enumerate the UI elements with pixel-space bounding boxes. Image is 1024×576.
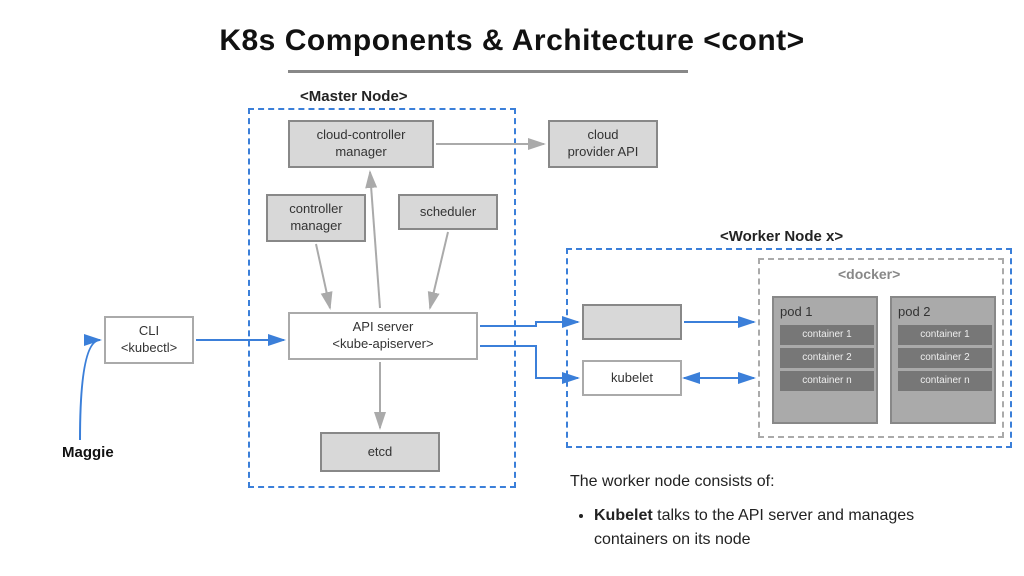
bullet-kubelet-strong: Kubelet (594, 507, 653, 524)
pod1-container-n: container n (780, 371, 874, 391)
cloud-controller-manager-box: cloud-controller manager (288, 120, 434, 168)
api-server-text: API server <kube-apiserver> (332, 319, 433, 353)
pod2-container-n: container n (898, 371, 992, 391)
etcd-box: etcd (320, 432, 440, 472)
pod2-container-2: container 2 (898, 348, 992, 368)
kubelet-box: kubelet (582, 360, 682, 396)
pod2-label: pod 2 (898, 304, 931, 321)
cloud-api-text: cloud provider API (568, 127, 639, 161)
user-label: Maggie (62, 444, 114, 461)
kubelet-text: kubelet (611, 370, 653, 387)
title-underline (288, 70, 688, 73)
desc-intro: The worker node consists of: (570, 470, 990, 494)
controller-manager-box: controller manager (266, 194, 366, 242)
pod1-container-2: container 2 (780, 348, 874, 368)
worker-node-description: The worker node consists of: Kubelet tal… (570, 470, 990, 558)
pod1-container-1: container 1 (780, 325, 874, 345)
master-node-label: <Master Node> (300, 88, 408, 105)
worker-node-label: <Worker Node x> (720, 228, 843, 245)
pod1-box: pod 1 container 1 container 2 container … (772, 296, 878, 424)
cli-box: CLI <kubectl> (104, 316, 194, 364)
cloud-provider-api-box: cloud provider API (548, 120, 658, 168)
api-server-box: API server <kube-apiserver> (288, 312, 478, 360)
pod1-label: pod 1 (780, 304, 813, 321)
pod2-container-1: container 1 (898, 325, 992, 345)
cm-text: controller manager (289, 201, 342, 235)
docker-label: <docker> (838, 266, 900, 282)
pod2-box: pod 2 container 1 container 2 container … (890, 296, 996, 424)
cli-text: CLI <kubectl> (121, 323, 177, 357)
page-title: K8s Components & Architecture <cont> (0, 24, 1024, 58)
ccm-text: cloud-controller manager (317, 127, 406, 161)
scheduler-box: scheduler (398, 194, 498, 230)
etcd-text: etcd (368, 444, 393, 461)
scheduler-text: scheduler (420, 204, 476, 221)
bullet-kubelet: Kubelet talks to the API server and mana… (594, 504, 990, 552)
kube-proxy-box (582, 304, 682, 340)
